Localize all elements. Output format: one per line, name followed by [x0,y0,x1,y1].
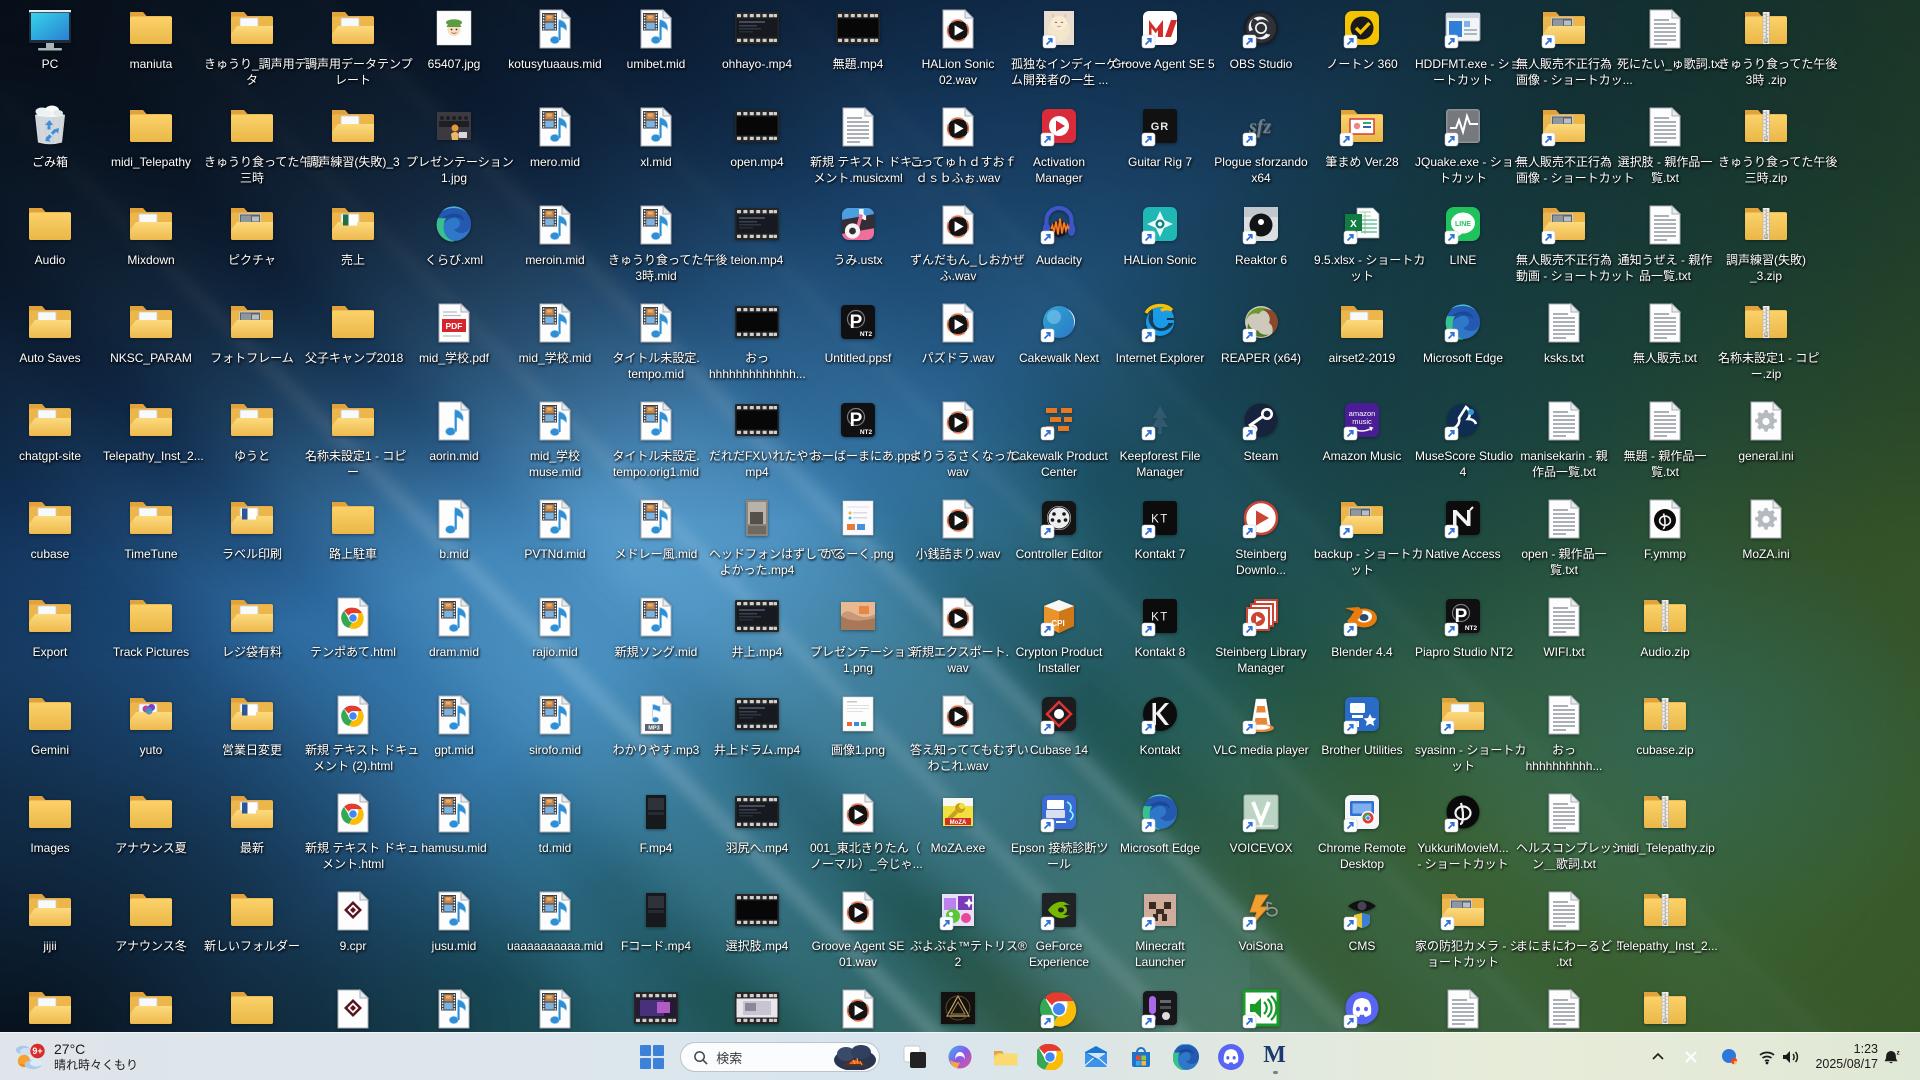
svg-text:z: z [1897,1050,1901,1057]
svg-text:9+: 9+ [32,1046,42,1056]
